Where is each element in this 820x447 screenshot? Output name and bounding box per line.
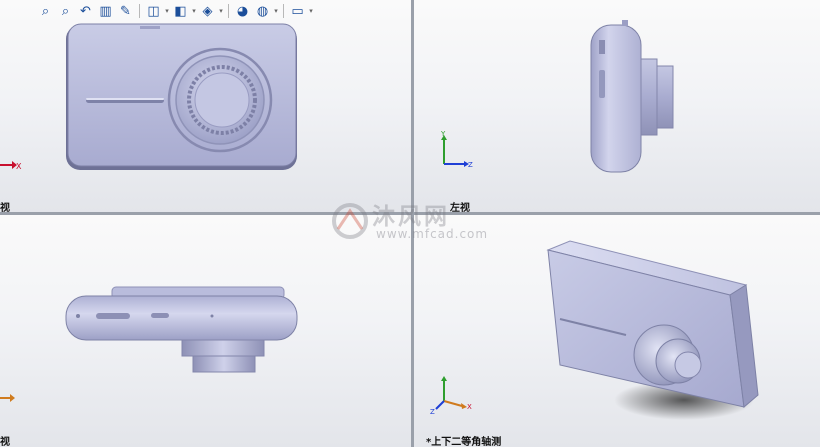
view-label-front: 视	[0, 203, 10, 212]
dynamic-annotation-icon[interactable]: ✎	[116, 2, 135, 21]
zoom-to-area-icon[interactable]: ⌕	[56, 2, 75, 21]
heads-up-view-toolbar: ⌕ ⌕ ↶ ▥ ✎ ◫ ▾ ◧ ▾ ◈ ▾ ◕ ◍ ▾ ▭ ▾	[36, 1, 314, 21]
view-orientation-icon[interactable]: ◫	[144, 2, 163, 21]
display-style-icon[interactable]: ◧	[171, 2, 190, 21]
viewport-divider-horizontal[interactable]	[0, 212, 820, 215]
chevron-down-icon[interactable]: ▾	[191, 7, 197, 15]
view-label-iso: *上下二等角轴测	[426, 437, 502, 447]
camera-front-model[interactable]	[0, 0, 411, 212]
viewport-divider-vertical[interactable]	[411, 0, 414, 447]
triad-left: Y Z	[440, 130, 473, 169]
triad-z-label: Z	[468, 161, 473, 169]
hide-show-items-icon[interactable]: ◈	[198, 2, 217, 21]
viewport-iso[interactable]: X Z *上下二等角轴测	[414, 215, 820, 447]
zoom-to-fit-icon[interactable]: ⌕	[36, 2, 55, 21]
chevron-down-icon[interactable]: ▾	[164, 7, 170, 15]
viewport-front[interactable]: X 视	[0, 0, 411, 212]
svg-text:Z: Z	[430, 408, 435, 415]
toolbar-separator	[139, 4, 140, 18]
view-label-left: 左视	[450, 203, 470, 212]
viewport-left[interactable]: Y Z 左视	[414, 0, 820, 212]
viewport-top[interactable]: 视	[0, 215, 411, 447]
triad-top	[0, 394, 15, 402]
camera-left-model[interactable]	[414, 0, 820, 212]
apply-scene-icon[interactable]: ◍	[253, 2, 272, 21]
previous-view-icon[interactable]: ↶	[76, 2, 95, 21]
toolbar-separator	[283, 4, 284, 18]
edit-appearance-icon[interactable]: ◕	[233, 2, 252, 21]
triad-x-label: X	[16, 162, 22, 171]
triad-front: X	[0, 161, 22, 171]
view-settings-icon[interactable]: ▭	[288, 2, 307, 21]
camera-top-model[interactable]	[0, 215, 411, 447]
toolbar-separator	[228, 4, 229, 18]
triad-y-label: Y	[440, 130, 446, 138]
chevron-down-icon[interactable]: ▾	[308, 7, 314, 15]
chevron-down-icon[interactable]: ▾	[218, 7, 224, 15]
section-view-icon[interactable]: ▥	[96, 2, 115, 21]
svg-text:X: X	[467, 403, 472, 411]
triad-iso: X Z	[430, 376, 472, 415]
chevron-down-icon[interactable]: ▾	[273, 7, 279, 15]
view-label-top: 视	[0, 437, 10, 447]
